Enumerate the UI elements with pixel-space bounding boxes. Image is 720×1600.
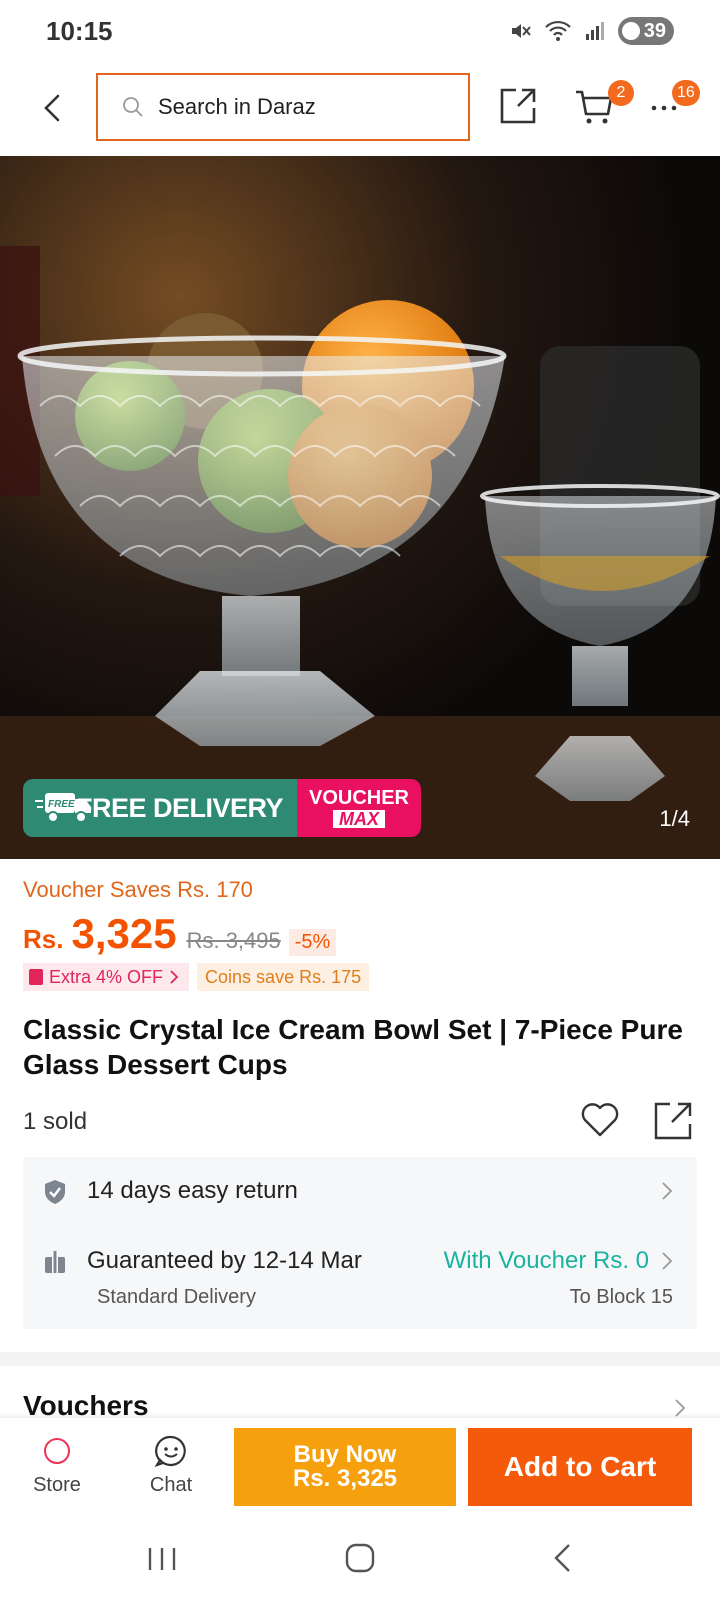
recent-apps-icon[interactable]	[144, 1544, 180, 1574]
product-image[interactable]: FREE FREE DELIVERY VOUCHER MAX 1/4	[0, 156, 720, 859]
package-icon	[45, 1251, 65, 1273]
delivery-location-text: To Block 15	[569, 1286, 673, 1308]
wifi-icon	[544, 20, 571, 41]
promo-banner: FREE FREE DELIVERY VOUCHER MAX	[23, 779, 421, 837]
search-icon	[123, 97, 143, 117]
voucher-max-line2: MAX	[333, 810, 385, 828]
top-nav: Search in Daraz 2 16	[0, 62, 720, 156]
sold-count: 1 sold	[23, 1108, 88, 1135]
delivery-row[interactable]: Guaranteed by 12-14 Mar With Voucher Rs.…	[23, 1227, 697, 1327]
search-input[interactable]: Search in Daraz	[96, 73, 470, 141]
system-navigation-bar	[0, 1518, 720, 1600]
free-delivery-text: FREE DELIVERY	[75, 792, 284, 823]
heart-icon	[581, 1103, 619, 1137]
free-badge-text: FREE	[48, 799, 75, 810]
voucher-saves-text: Voucher Saves Rs. 170	[23, 877, 253, 902]
delivery-date-text: Guaranteed by 12-14 Mar	[87, 1247, 362, 1274]
wishlist-button[interactable]	[580, 1101, 620, 1139]
chat-button[interactable]: Chat	[134, 1428, 208, 1508]
delivery-type-text: Standard Delivery	[97, 1286, 256, 1308]
extra-off-label: Extra 4% OFF	[49, 966, 164, 987]
share-icon	[500, 88, 536, 124]
price-current: 3,325	[71, 910, 177, 957]
return-policy-text: 14 days easy return	[87, 1177, 298, 1204]
chevron-right-icon	[662, 1182, 673, 1200]
mute-icon	[511, 24, 531, 38]
back-nav-icon[interactable]	[550, 1542, 574, 1574]
status-icons: 39	[508, 17, 674, 45]
free-delivery-badge: FREE FREE DELIVERY	[23, 779, 297, 837]
chevron-right-icon[interactable]	[674, 1398, 686, 1418]
product-title: Classic Crystal Ice Cream Bowl Set | 7-P…	[23, 1014, 683, 1080]
share-button[interactable]	[496, 84, 540, 128]
chat-icon	[154, 1435, 186, 1467]
section-divider	[0, 1352, 720, 1366]
add-to-cart-label: Add to Cart	[503, 1451, 657, 1482]
store-label: Store	[33, 1474, 81, 1496]
buy-now-price: Rs. 3,325	[292, 1465, 398, 1492]
notification-count-badge: 16	[672, 80, 700, 106]
chat-label: Chat	[149, 1474, 193, 1496]
more-button[interactable]: 16	[650, 80, 700, 130]
signal-icon	[585, 22, 604, 40]
store-button[interactable]: Store	[20, 1428, 94, 1508]
gift-icon	[29, 969, 43, 985]
cart-button[interactable]: 2	[574, 80, 634, 130]
product-share-button[interactable]	[652, 1100, 694, 1142]
chevron-right-icon	[662, 1252, 673, 1270]
home-icon[interactable]	[344, 1542, 376, 1574]
add-to-cart-button[interactable]: Add to Cart	[468, 1428, 692, 1506]
product-photo	[0, 156, 720, 859]
chevron-right-icon	[170, 970, 179, 984]
return-policy-row[interactable]: 14 days easy return	[23, 1157, 697, 1227]
buy-now-button[interactable]: Buy Now Rs. 3,325	[234, 1428, 456, 1506]
extra-off-tag[interactable]: Extra 4% OFF	[23, 963, 190, 991]
price-original: Rs. 3,495	[186, 928, 281, 953]
delivery-fee-text: With Voucher Rs. 0	[443, 1247, 649, 1274]
share-icon	[654, 1102, 692, 1140]
voucher-max-line1: VOUCHER	[308, 787, 409, 809]
status-time: 10:15	[46, 15, 113, 46]
search-placeholder: Search in Daraz	[158, 94, 316, 119]
price-row: Rs. 3,325 Rs. 3,495 -5%	[23, 910, 337, 960]
coins-save-label: Coins save Rs. 175	[205, 966, 362, 987]
coins-save-tag: Coins save Rs. 175	[197, 963, 370, 991]
back-button[interactable]	[32, 86, 72, 130]
battery-saver-icon	[621, 22, 640, 40]
image-counter: 1/4	[659, 806, 690, 831]
store-logo-icon	[44, 1438, 70, 1464]
promo-tags: Extra 4% OFF Coins save Rs. 175	[23, 963, 370, 991]
status-bar: 10:15 39	[0, 0, 720, 62]
discount-badge: -5%	[288, 929, 337, 956]
shield-check-icon	[45, 1180, 65, 1204]
truck-icon: FREE	[35, 791, 91, 825]
bottom-action-bar: Store Chat Buy Now Rs. 3,325 Add to Cart	[0, 1418, 720, 1518]
price-currency: Rs.	[23, 924, 64, 954]
cart-count-badge: 2	[608, 80, 634, 106]
voucher-max-badge: VOUCHER MAX	[297, 779, 421, 837]
battery-indicator: 39	[617, 17, 674, 45]
chevron-left-icon	[44, 94, 60, 122]
delivery-info-card: 14 days easy return Guaranteed by 12-14 …	[23, 1157, 697, 1329]
battery-level: 39	[643, 19, 666, 42]
buy-now-label: Buy Now	[293, 1441, 397, 1468]
